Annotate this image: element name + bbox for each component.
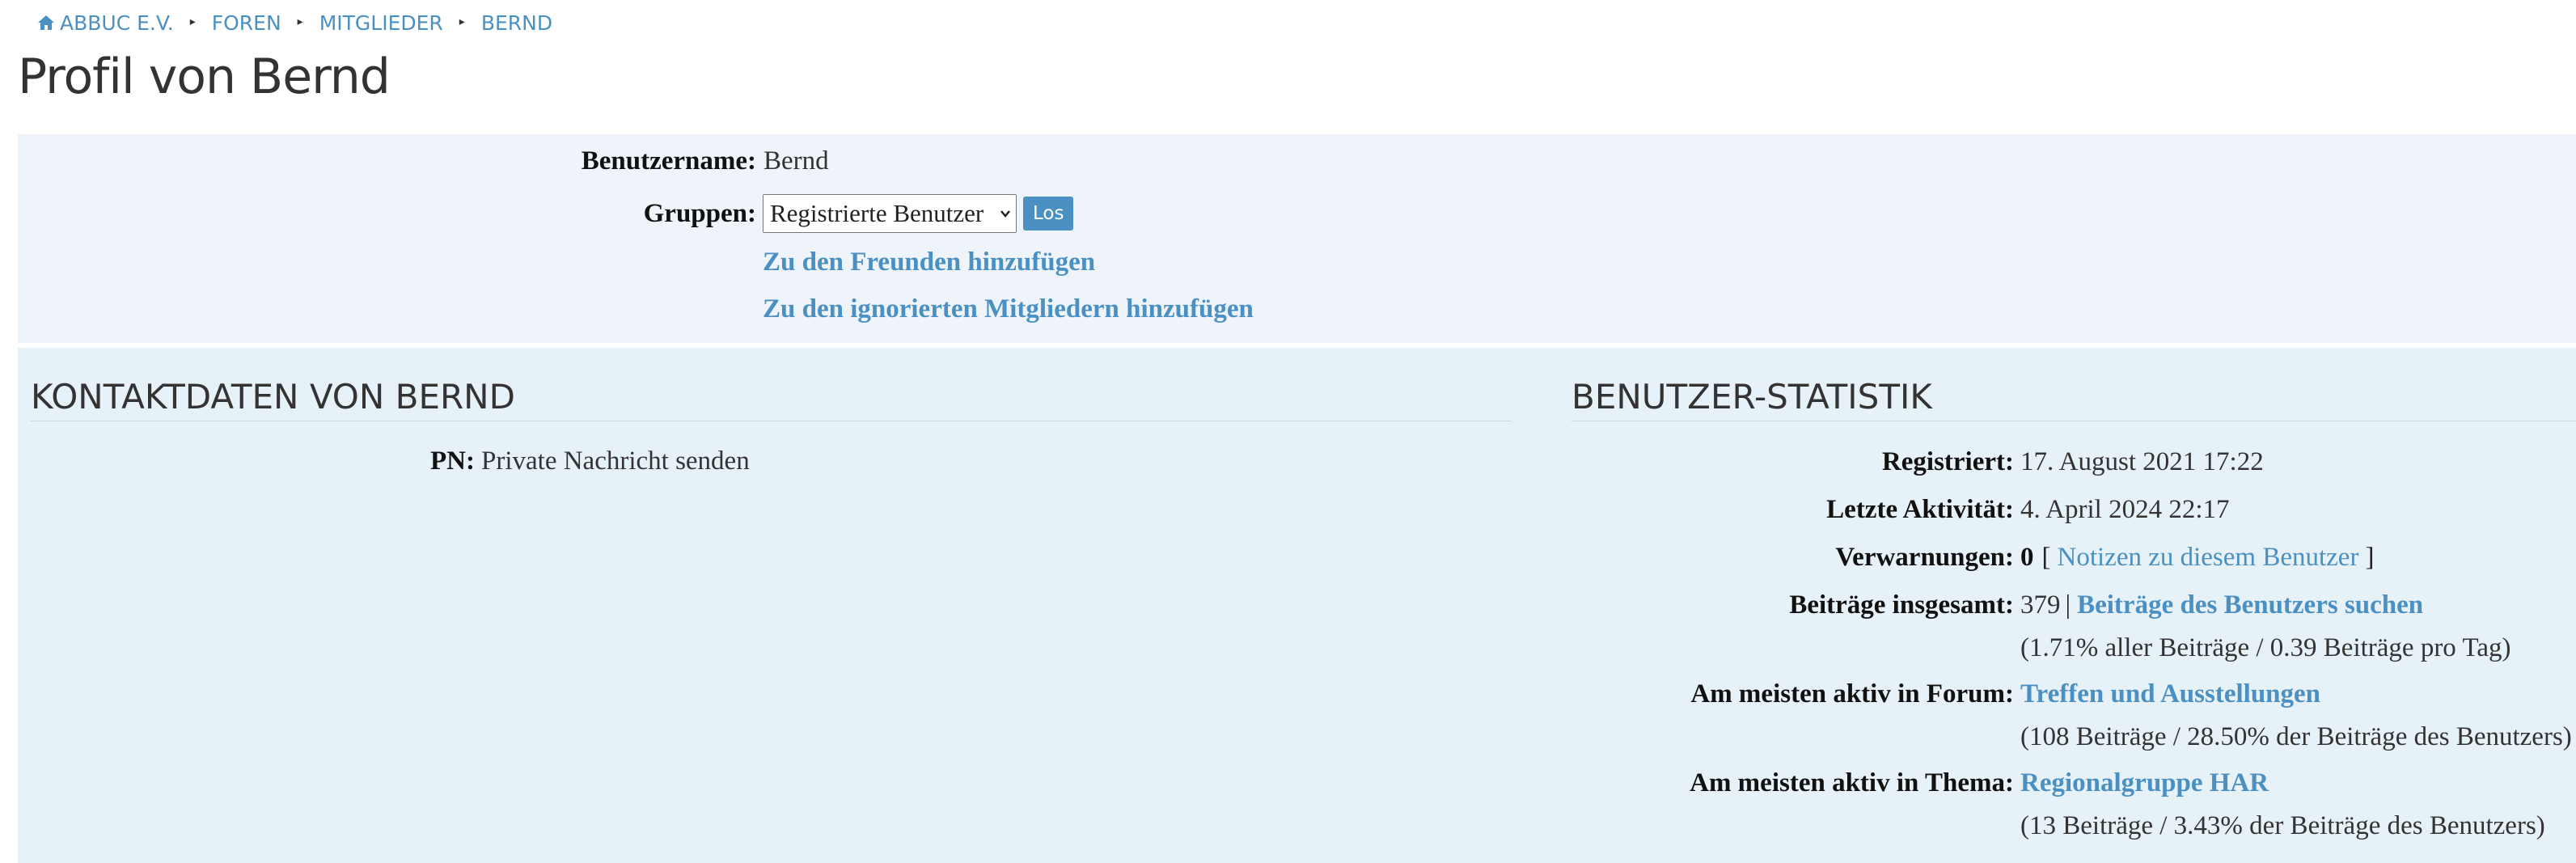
add-ignore-link[interactable]: Zu den ignorierten Mitgliedern hinzufüge…	[763, 294, 1254, 324]
breadcrumb-item-home[interactable]: ABBUC E.V.	[37, 11, 174, 35]
active-topic-row: Am meisten aktiv in Thema: Regionalgrupp…	[0, 768, 2269, 798]
contact-section-title: KONTAKTDATEN VON BERND	[31, 377, 515, 417]
active-topic-subtext: (13 Beiträge / 3.43% der Beiträge des Be…	[2020, 811, 2545, 840]
warnings-row: Verwarnungen: 0 [ Notizen zu diesem Benu…	[0, 543, 2374, 573]
active-topic-label: Am meisten aktiv in Thema:	[1690, 768, 2014, 797]
add-friend-link[interactable]: Zu den Freunden hinzufügen	[763, 247, 1095, 277]
breadcrumb: ABBUC E.V. ▸ FOREN ▸ MITGLIEDER ▸ BERND	[37, 8, 552, 37]
groups-selected-value: Registrierte Benutzer	[770, 199, 984, 227]
groups-row: Gruppen: Registrierte Benutzer Los	[0, 194, 1074, 233]
go-button[interactable]: Los	[1023, 197, 1074, 231]
warnings-label: Verwarnungen:	[1835, 543, 2014, 572]
username-label: Benutzername:	[581, 146, 756, 176]
active-forum-row: Am meisten aktiv in Forum: Treffen und A…	[0, 679, 2320, 709]
warnings-value: 0	[2020, 543, 2034, 572]
breadcrumb-separator-icon: ▸	[459, 15, 465, 28]
page-title: Profil von Bernd	[18, 49, 391, 105]
last-activity-label: Letzte Aktivität:	[1826, 495, 2014, 524]
user-notes-link[interactable]: Notizen zu diesem Benutzer	[2058, 543, 2359, 573]
registered-row: Registriert: 17. August 2021 17:22	[0, 447, 2264, 477]
warnings-bracket-close: ]	[2365, 543, 2375, 572]
groups-select[interactable]: Registrierte Benutzer	[763, 194, 1017, 233]
posts-separator: |	[2065, 590, 2071, 620]
breadcrumb-separator-icon: ▸	[189, 15, 196, 28]
active-forum-link[interactable]: Treffen und Ausstellungen	[2020, 679, 2320, 709]
breadcrumb-item-forums[interactable]: FOREN	[212, 11, 281, 35]
posts-value: 379	[2020, 590, 2061, 620]
search-user-posts-link[interactable]: Beiträge des Benutzers suchen	[2077, 590, 2423, 620]
posts-label: Beiträge insgesamt:	[1789, 590, 2014, 620]
breadcrumb-item-user[interactable]: BERND	[481, 11, 552, 35]
registered-value: 17. August 2021 17:22	[2020, 447, 2264, 476]
posts-row: Beiträge insgesamt: 379 | Beiträge des B…	[0, 590, 2423, 620]
registered-label: Registriert:	[1881, 447, 2014, 476]
last-activity-row: Letzte Aktivität: 4. April 2024 22:17	[0, 495, 2230, 525]
home-icon	[38, 15, 54, 30]
stats-section-title: BENUTZER-STATISTIK	[1571, 377, 1932, 417]
active-forum-subtext: (108 Beiträge / 28.50% der Beiträge des …	[2020, 722, 2572, 751]
last-activity-value: 4. April 2024 22:17	[2020, 495, 2230, 524]
username-row: Benutzername: Bernd	[0, 146, 829, 176]
chevron-down-icon	[1000, 210, 1010, 218]
warnings-bracket-open: [	[2041, 543, 2051, 572]
breadcrumb-item-members[interactable]: MITGLIEDER	[319, 11, 443, 35]
groups-label: Gruppen:	[643, 198, 756, 228]
posts-subtext: (1.71% aller Beiträge / 0.39 Beiträge pr…	[2020, 633, 2511, 662]
active-forum-label: Am meisten aktiv in Forum:	[1690, 679, 2014, 709]
breadcrumb-label: ABBUC E.V.	[60, 11, 174, 35]
active-topic-link[interactable]: Regionalgruppe HAR	[2020, 768, 2269, 798]
breadcrumb-separator-icon: ▸	[297, 15, 303, 28]
username-value: Bernd	[763, 146, 829, 176]
